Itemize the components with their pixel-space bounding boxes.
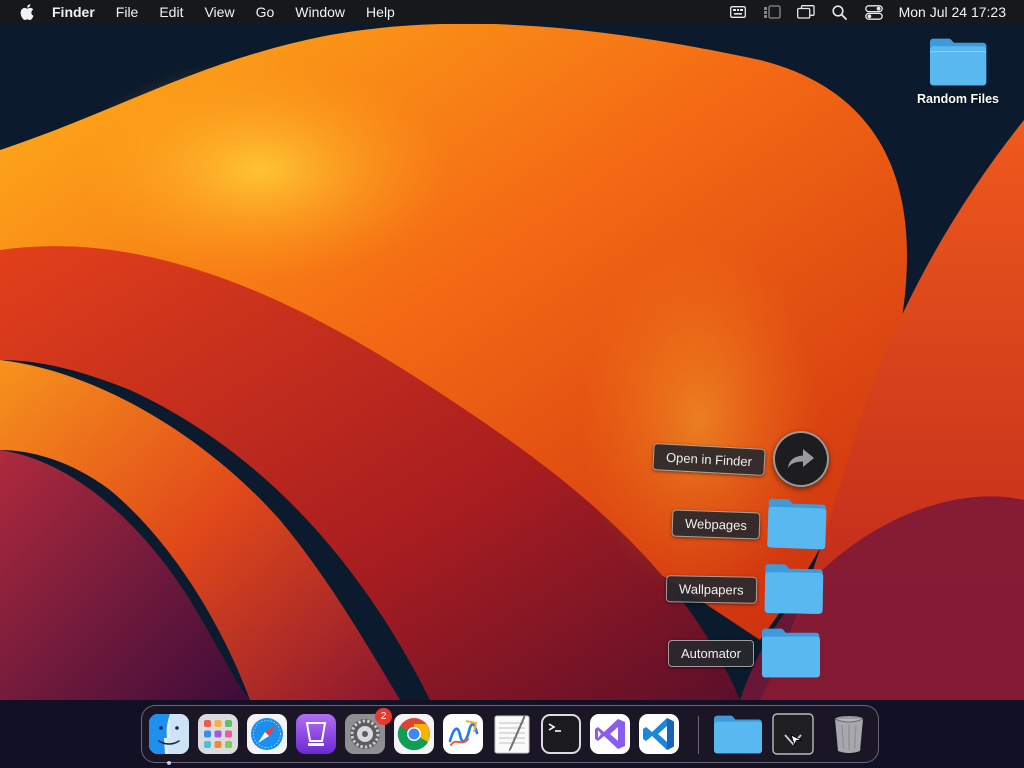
keyboard-viewer-icon[interactable] xyxy=(727,0,749,24)
download-icon xyxy=(772,713,814,755)
folder-icon xyxy=(764,564,823,614)
dock-downloads[interactable] xyxy=(772,713,814,755)
dock-app-podcasts[interactable] xyxy=(295,713,337,755)
menu-window[interactable]: Window xyxy=(295,4,345,20)
desktop-wallpaper xyxy=(0,0,1024,768)
desktop-folder-label: Random Files xyxy=(917,92,999,106)
dock: 2 xyxy=(141,705,879,765)
finder-icon xyxy=(149,714,189,754)
running-indicator xyxy=(167,761,171,765)
folder-icon xyxy=(930,38,987,86)
menu-bar-clock[interactable]: Mon Jul 24 17:23 xyxy=(899,4,1006,20)
freeform-icon xyxy=(443,714,483,754)
dock-app-vscode[interactable] xyxy=(638,713,680,755)
dock-app-terminal[interactable] xyxy=(540,713,582,755)
trash-icon xyxy=(834,716,864,753)
menu-bar-status-area: Mon Jul 24 17:23 xyxy=(715,0,1024,24)
menu-help[interactable]: Help xyxy=(366,4,395,20)
stack-open-in-finder[interactable]: Open in Finder xyxy=(652,431,829,487)
dock-app-visual-studio[interactable] xyxy=(589,713,631,755)
menu-view[interactable]: View xyxy=(204,4,234,20)
dock-stack-folder[interactable] xyxy=(712,713,764,755)
dock-app-safari[interactable] xyxy=(246,713,288,755)
stack-open-label: Open in Finder xyxy=(652,442,766,476)
arrow-forward-icon[interactable] xyxy=(773,431,829,487)
folder-icon xyxy=(767,498,827,550)
visual-studio-icon xyxy=(590,714,630,754)
folder-stack-icon xyxy=(714,715,762,754)
menu-go[interactable]: Go xyxy=(256,4,275,20)
launchpad-icon xyxy=(198,714,238,754)
stack-item-webpages[interactable]: Webpages xyxy=(671,497,828,551)
dock-app-launchpad[interactable] xyxy=(197,713,239,755)
podcasts-icon xyxy=(296,714,336,754)
textedit-icon xyxy=(494,715,530,754)
dock-app-textedit[interactable] xyxy=(491,713,533,755)
apple-logo-icon[interactable] xyxy=(18,3,36,21)
menu-file[interactable]: File xyxy=(116,4,139,20)
chrome-icon xyxy=(394,714,434,754)
dock-app-system-settings[interactable]: 2 xyxy=(344,708,392,755)
dock-app-finder[interactable] xyxy=(148,713,190,765)
screen-mirroring-icon[interactable] xyxy=(795,0,817,24)
stack-item-automator[interactable]: Automator xyxy=(668,626,822,680)
menu-app-name[interactable]: Finder xyxy=(52,4,95,20)
menu-bar: Finder File Edit View Go Window Help Mon… xyxy=(0,0,1024,24)
terminal-icon xyxy=(541,714,581,754)
desktop-folder-random-files[interactable]: Random Files xyxy=(906,36,1010,106)
dock-app-chrome[interactable] xyxy=(393,713,435,755)
dock-trash[interactable] xyxy=(828,713,870,755)
stack-item-label: Automator xyxy=(668,639,754,667)
dock-divider xyxy=(698,716,699,754)
vscode-icon xyxy=(639,714,679,754)
wallpaper-art xyxy=(0,0,1024,768)
spotlight-search-icon[interactable] xyxy=(829,0,851,24)
stack-item-wallpapers[interactable]: Wallpapers xyxy=(665,562,825,616)
dock-app-freeform[interactable] xyxy=(442,713,484,755)
safari-icon xyxy=(247,714,287,754)
folder-icon xyxy=(761,628,820,678)
stack-item-label: Wallpapers xyxy=(665,574,757,604)
control-center-icon[interactable] xyxy=(863,0,885,24)
stack-item-label: Webpages xyxy=(671,508,761,540)
stage-manager-icon[interactable] xyxy=(761,0,783,24)
notification-badge: 2 xyxy=(375,708,392,725)
menu-edit[interactable]: Edit xyxy=(159,4,183,20)
